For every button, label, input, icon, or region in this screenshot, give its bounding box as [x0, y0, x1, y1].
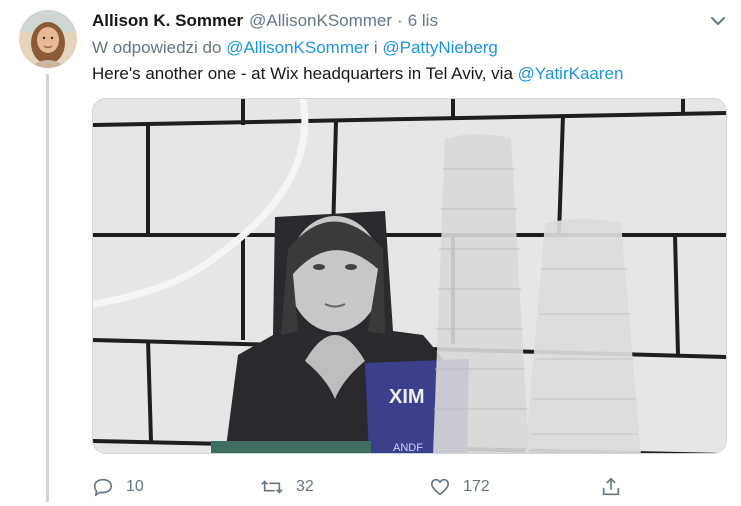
share-button[interactable]: [600, 474, 622, 500]
reply-context: W odpowiedzi do @AllisonKSommer i @Patty…: [92, 38, 498, 58]
tweet-actions: 10 32 172: [92, 474, 732, 500]
tweet[interactable]: Allison K. Sommer @AllisonKSommer · 6 li…: [0, 0, 741, 506]
tweet-text: Here's another one - at Wix headquarters…: [92, 64, 623, 84]
chevron-down-icon[interactable]: [709, 12, 727, 30]
like-icon: [429, 476, 451, 498]
reply-count: 10: [126, 478, 144, 495]
tweet-mention[interactable]: @YatirKaaren: [518, 64, 624, 83]
cup-bottom-text: ANDF: [393, 442, 423, 454]
reply-mention-2[interactable]: @PattyNieberg: [382, 38, 498, 57]
tweet-text-body: Here's another one - at Wix headquarters…: [92, 64, 513, 83]
like-button[interactable]: 172: [429, 474, 490, 500]
reply-icon: [92, 476, 114, 498]
reply-button[interactable]: 10: [92, 474, 144, 500]
tweet-header: Allison K. Sommer @AllisonKSommer · 6 li…: [92, 10, 438, 32]
author-name[interactable]: Allison K. Sommer: [92, 11, 243, 31]
timestamp[interactable]: 6 lis: [408, 11, 438, 31]
thread-line: [46, 74, 49, 502]
separator-dot: ·: [397, 11, 403, 30]
retweet-icon: [260, 476, 284, 498]
retweet-button[interactable]: 32: [260, 474, 314, 500]
reply-mention-1[interactable]: @AllisonKSommer: [226, 38, 369, 57]
tweet-photo[interactable]: XIM ANDF: [92, 98, 727, 454]
reply-prefix: W odpowiedzi do: [92, 38, 222, 57]
like-count: 172: [463, 478, 490, 495]
share-icon: [600, 476, 622, 498]
retweet-count: 32: [296, 478, 314, 495]
author-handle[interactable]: @AllisonKSommer: [249, 11, 392, 31]
avatar[interactable]: [19, 10, 77, 68]
cup-logo: XIM: [389, 386, 425, 408]
reply-joiner: i: [373, 38, 378, 57]
